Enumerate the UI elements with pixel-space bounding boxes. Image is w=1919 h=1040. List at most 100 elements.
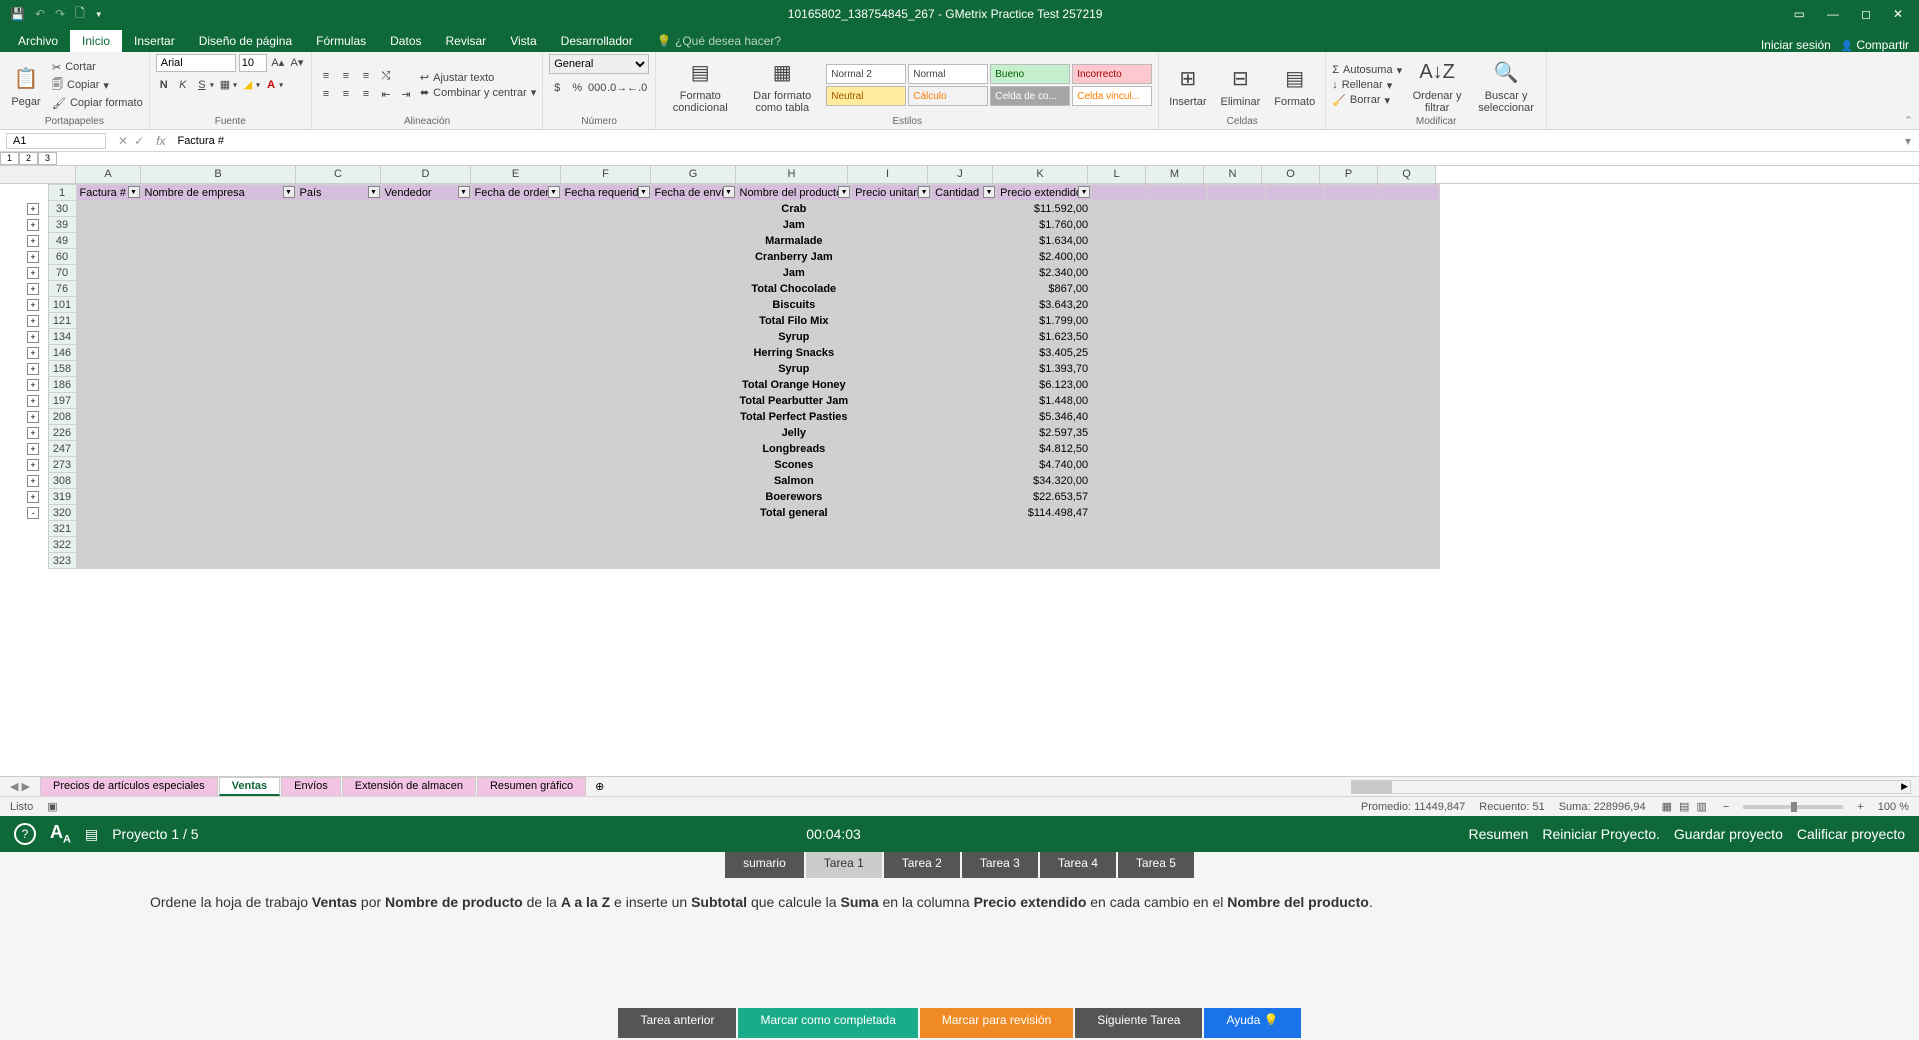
cell[interactable]: Boerewors (736, 489, 852, 505)
format-as-table-button[interactable]: ▦Dar formato como tabla (744, 56, 820, 114)
cell[interactable] (1092, 233, 1150, 249)
cell[interactable] (1324, 185, 1382, 201)
cell[interactable]: Fecha requerida▼ (561, 185, 651, 201)
cell[interactable] (1150, 265, 1208, 281)
cell[interactable] (1208, 425, 1266, 441)
cell[interactable]: $1.623,50 (997, 329, 1092, 345)
font-size-icon[interactable]: AA (50, 822, 71, 846)
cell[interactable] (76, 393, 141, 409)
cell[interactable] (471, 457, 561, 473)
cell[interactable] (932, 537, 997, 553)
font-color-button[interactable]: A (263, 77, 279, 93)
cell[interactable] (1266, 281, 1324, 297)
outline-toggle[interactable]: + (27, 363, 39, 375)
cell[interactable] (141, 201, 296, 217)
cell[interactable] (471, 409, 561, 425)
tab-insertar[interactable]: Insertar (122, 30, 187, 52)
cell[interactable] (1382, 201, 1440, 217)
cell[interactable] (561, 553, 651, 569)
cell[interactable] (471, 281, 561, 297)
cell[interactable] (1092, 361, 1150, 377)
cell[interactable] (651, 345, 736, 361)
zoom-in-icon[interactable]: + (1857, 801, 1863, 813)
sign-in-link[interactable]: Iniciar sesión (1761, 38, 1831, 52)
cell[interactable] (561, 537, 651, 553)
cell[interactable] (1382, 553, 1440, 569)
outline-toggle[interactable]: + (27, 475, 39, 487)
paste-button[interactable]: 📋 Pegar (6, 62, 46, 108)
cell[interactable] (1208, 505, 1266, 521)
sheet-nav-next-icon[interactable]: ▶ (22, 781, 30, 793)
filter-arrow-icon[interactable]: ▼ (983, 186, 995, 198)
cell[interactable] (997, 537, 1092, 553)
cut-button[interactable]: ✂ Cortar (52, 61, 143, 74)
cell[interactable] (561, 297, 651, 313)
cell[interactable] (1324, 473, 1382, 489)
tab-revisar[interactable]: Revisar (434, 30, 499, 52)
cell[interactable]: Fecha de orden▼ (471, 185, 561, 201)
cell[interactable] (1092, 553, 1150, 569)
cell[interactable] (1208, 265, 1266, 281)
cell[interactable] (1382, 425, 1440, 441)
style-bueno[interactable]: Bueno (990, 64, 1070, 84)
cell[interactable] (296, 281, 381, 297)
cell[interactable] (1382, 505, 1440, 521)
style-incorrecto[interactable]: Incorrecto (1072, 64, 1152, 84)
cell[interactable] (471, 473, 561, 489)
style-normal[interactable]: Normal (908, 64, 988, 84)
cell[interactable] (381, 313, 471, 329)
new-icon[interactable]: 🗋 (75, 4, 85, 25)
tab-formulas[interactable]: Fórmulas (304, 30, 378, 52)
row-header[interactable]: 134 (48, 329, 76, 345)
borders-button[interactable]: ▦ (217, 76, 233, 92)
cell[interactable] (1150, 201, 1208, 217)
cell[interactable] (852, 441, 932, 457)
cell[interactable] (1382, 441, 1440, 457)
cell[interactable] (76, 249, 141, 265)
outline-toggle[interactable]: + (27, 427, 39, 439)
cell[interactable] (852, 217, 932, 233)
save-project-button[interactable]: Guardar proyecto (1674, 826, 1783, 842)
cell[interactable] (1324, 505, 1382, 521)
cell[interactable] (1092, 185, 1150, 201)
cell[interactable] (1266, 201, 1324, 217)
cell[interactable] (1092, 201, 1150, 217)
cell[interactable]: Crab (736, 201, 852, 217)
cell[interactable] (141, 217, 296, 233)
cell[interactable] (1150, 329, 1208, 345)
col-header-K[interactable]: K (993, 166, 1088, 183)
cell[interactable] (561, 409, 651, 425)
cell[interactable] (1092, 457, 1150, 473)
cell[interactable] (1208, 185, 1266, 201)
align-right-icon[interactable]: ≡ (358, 86, 374, 102)
cell[interactable] (296, 249, 381, 265)
outline-toggle[interactable]: - (27, 507, 39, 519)
cell[interactable] (561, 249, 651, 265)
cell[interactable] (1382, 457, 1440, 473)
cell[interactable] (1150, 457, 1208, 473)
cell[interactable] (651, 217, 736, 233)
sheet-tab[interactable]: Envíos (281, 777, 341, 796)
cell[interactable] (651, 441, 736, 457)
cell[interactable] (1382, 521, 1440, 537)
cell[interactable] (1266, 425, 1324, 441)
cell[interactable]: Precio unitario▼ (852, 185, 932, 201)
align-bottom-icon[interactable]: ≡ (358, 68, 374, 84)
cell[interactable] (296, 345, 381, 361)
cell[interactable] (1324, 265, 1382, 281)
cell[interactable] (932, 393, 997, 409)
cell[interactable]: Vendedor▼ (381, 185, 471, 201)
scroll-right-icon[interactable]: ▶ (1901, 781, 1908, 792)
row-header[interactable]: 319 (48, 489, 76, 505)
cell[interactable] (1092, 265, 1150, 281)
fx-icon[interactable]: fx (150, 134, 171, 148)
cell[interactable] (1266, 185, 1324, 201)
cell[interactable]: Precio extendido▼ (997, 185, 1092, 201)
zoom-percent[interactable]: 100 % (1878, 801, 1909, 813)
cell[interactable] (1150, 361, 1208, 377)
cell[interactable] (1324, 201, 1382, 217)
cell[interactable] (932, 553, 997, 569)
cell[interactable] (381, 249, 471, 265)
mark-complete-button[interactable]: Marcar como completada (738, 1008, 917, 1038)
cell[interactable] (1150, 473, 1208, 489)
